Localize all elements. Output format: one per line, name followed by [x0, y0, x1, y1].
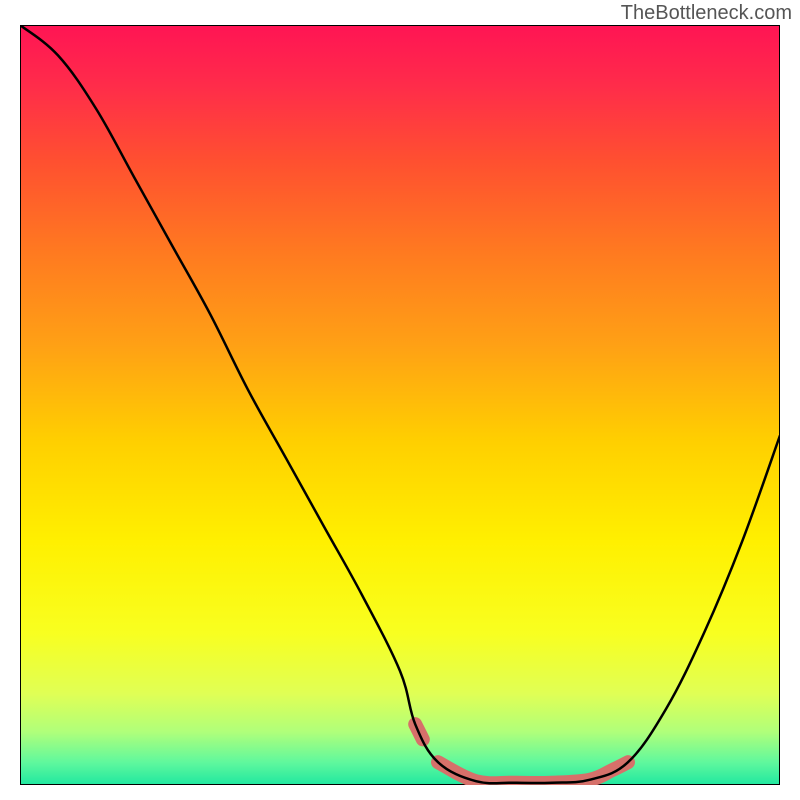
- chart-container: TheBottleneck.com: [0, 0, 800, 800]
- watermark-text: TheBottleneck.com: [621, 2, 792, 25]
- plot-area: [20, 25, 780, 785]
- chart-svg: [20, 25, 780, 785]
